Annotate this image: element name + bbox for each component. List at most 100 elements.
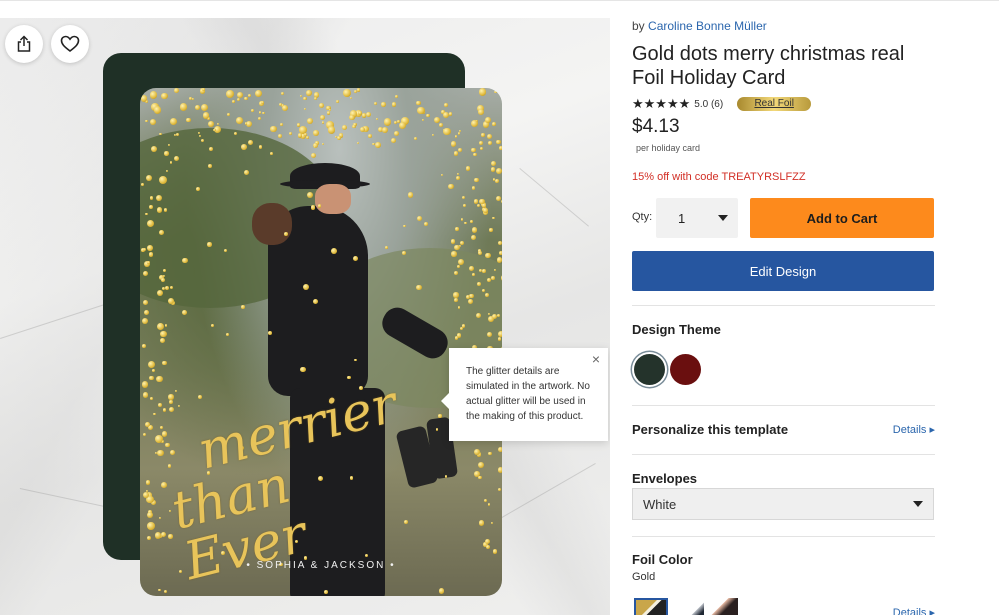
- real-foil-badge[interactable]: Real Foil: [737, 97, 812, 111]
- gold-dot: [142, 432, 147, 437]
- gold-dot: [485, 539, 491, 545]
- gold-dot: [142, 299, 149, 306]
- gold-dot: [156, 207, 163, 213]
- gold-dot: [474, 177, 479, 182]
- gold-dot: [156, 375, 163, 382]
- gold-dot: [451, 239, 456, 244]
- gold-dot: [168, 394, 174, 400]
- gold-dot: [471, 186, 475, 190]
- gold-dot: [492, 216, 495, 219]
- add-to-cart-button[interactable]: Add to Cart: [750, 198, 934, 238]
- gold-dot: [460, 241, 465, 246]
- gold-dot: [491, 313, 497, 319]
- gold-dot: [491, 276, 495, 280]
- rating-count[interactable]: 5.0 (6): [694, 99, 723, 110]
- gold-dot: [153, 412, 156, 416]
- gold-dot: [326, 111, 331, 116]
- card-front-photo[interactable]: merrier than Ever • SOPHIA & JACKSON •: [140, 88, 502, 596]
- gold-dot: [232, 100, 235, 103]
- foil-swatch-rose-gold[interactable]: [704, 598, 738, 615]
- gold-dot: [477, 108, 484, 115]
- gold-dot: [191, 98, 194, 101]
- gold-dot: [403, 224, 407, 228]
- qty-select[interactable]: 1: [656, 198, 738, 238]
- gold-dot: [148, 375, 154, 381]
- share-button[interactable]: [5, 25, 43, 63]
- gold-dot: [469, 219, 473, 223]
- gold-dot: [352, 255, 358, 261]
- gold-dot: [472, 273, 475, 276]
- gold-dot: [373, 101, 377, 106]
- gold-dot: [494, 90, 497, 94]
- designer-link[interactable]: Caroline Bonne Müller: [648, 19, 767, 33]
- gold-dot: [497, 241, 502, 246]
- gold-dot: [162, 408, 167, 412]
- gold-dot: [499, 251, 502, 256]
- gold-dot: [382, 126, 389, 133]
- foil-details-link[interactable]: Details ▸: [893, 606, 935, 615]
- theme-swatch-burgundy[interactable]: [670, 354, 701, 385]
- gold-dot: [162, 274, 165, 277]
- envelope-select[interactable]: White: [632, 488, 934, 520]
- gold-dot: [141, 183, 144, 186]
- gold-dot: [477, 462, 484, 468]
- gold-dot: [483, 498, 488, 503]
- foil-swatch-gold[interactable]: [634, 598, 668, 615]
- gold-dot: [159, 517, 162, 520]
- star-rating-icon[interactable]: ★★★★★: [632, 96, 690, 112]
- gold-dot: [164, 285, 170, 290]
- gold-dot: [306, 135, 310, 139]
- gold-dot: [303, 97, 307, 101]
- gold-dot: [464, 222, 467, 225]
- gold-dot: [381, 102, 386, 107]
- gold-dot: [201, 103, 209, 111]
- theme-swatch-green[interactable]: [634, 354, 665, 385]
- gold-dot: [258, 111, 262, 114]
- gold-dot: [487, 503, 491, 506]
- gold-dot: [496, 139, 501, 145]
- gold-dot: [473, 152, 477, 157]
- gold-dot: [158, 230, 164, 235]
- gold-dot: [448, 111, 453, 116]
- edit-design-button[interactable]: Edit Design: [632, 251, 934, 291]
- gold-dot: [162, 360, 168, 366]
- gold-dot: [297, 132, 303, 138]
- gold-dot: [402, 250, 407, 255]
- gold-dot: [281, 104, 289, 112]
- gold-dot: [161, 92, 168, 100]
- favorite-button[interactable]: [51, 25, 89, 63]
- gold-dot: [208, 164, 213, 168]
- qty-label: Qty:: [632, 211, 653, 223]
- gold-dot: [461, 195, 466, 199]
- gold-dot: [450, 140, 457, 147]
- gold-dot: [374, 141, 381, 148]
- personalize-details-link[interactable]: Details ▸: [893, 423, 935, 436]
- gold-dot: [422, 119, 425, 122]
- gold-dot: [209, 146, 214, 151]
- gold-dot: [453, 271, 458, 276]
- gold-dot: [471, 147, 477, 153]
- gold-dot: [413, 136, 417, 140]
- gold-dot: [216, 122, 219, 126]
- gold-dot: [246, 120, 253, 127]
- gold-dot: [496, 256, 502, 263]
- gold-dot: [482, 269, 486, 273]
- gold-dot: [142, 317, 149, 324]
- gold-dot: [283, 232, 288, 236]
- face: [315, 184, 351, 214]
- gold-dot: [305, 89, 312, 96]
- gold-dot: [476, 204, 481, 208]
- gold-dot: [159, 330, 167, 338]
- close-icon[interactable]: ×: [592, 352, 600, 367]
- gold-dot: [177, 404, 180, 407]
- gold-dot: [226, 332, 230, 336]
- gold-dot: [146, 245, 153, 252]
- gold-dot: [478, 475, 482, 480]
- gold-dot: [354, 358, 357, 361]
- gold-dot: [144, 310, 150, 315]
- gold-dot: [240, 305, 245, 310]
- gold-dot: [479, 141, 484, 146]
- gold-dot: [501, 275, 502, 281]
- envelope-value: White: [643, 496, 677, 512]
- gold-dot: [484, 116, 492, 124]
